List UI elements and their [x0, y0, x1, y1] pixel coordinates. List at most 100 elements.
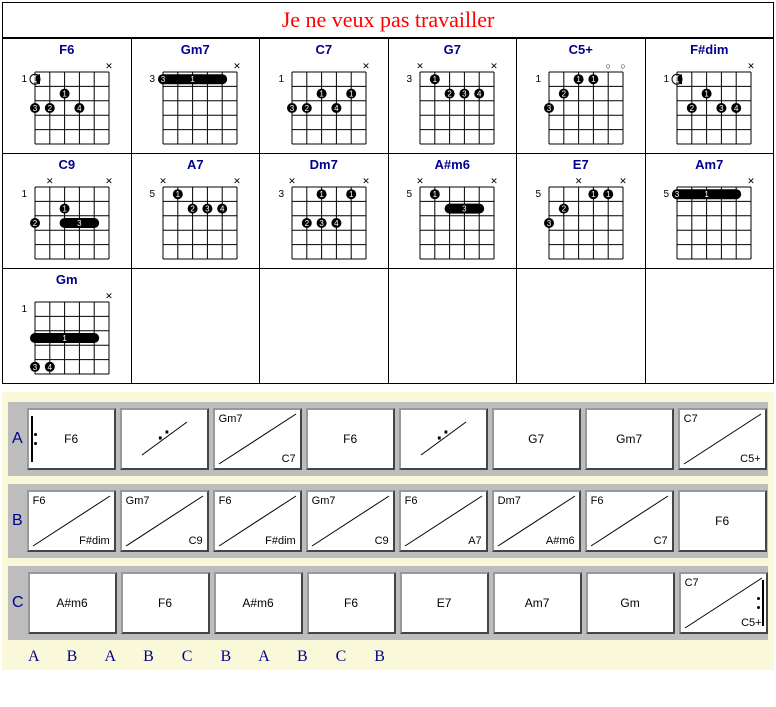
svg-text:✕: ✕	[105, 61, 113, 71]
svg-text:5: 5	[150, 189, 156, 200]
svg-text:2: 2	[47, 104, 52, 113]
svg-text:✕: ✕	[233, 61, 241, 71]
svg-text:3: 3	[205, 205, 210, 214]
svg-text:2: 2	[191, 205, 196, 214]
svg-text:4: 4	[47, 363, 52, 372]
svg-text:✕: ✕	[233, 176, 241, 186]
chord-br: A7	[468, 535, 481, 547]
measure: Gm7 C9	[120, 490, 209, 552]
chord-diagram: 1✕✕312	[17, 175, 117, 267]
measure: E7	[400, 572, 489, 634]
svg-text:1: 1	[191, 75, 196, 84]
svg-text:✕: ✕	[747, 61, 755, 71]
chord-center: E7	[402, 596, 487, 610]
svg-text:2: 2	[690, 104, 695, 113]
chord-diagram: 5✕✕1123	[531, 175, 631, 267]
page-title: Je ne veux pas travailler	[2, 2, 774, 38]
svg-text:2: 2	[561, 205, 566, 214]
chord-name: Gm7	[133, 42, 259, 57]
svg-text:3: 3	[407, 74, 413, 85]
prog-row-c: C A#m6F6A#m6F6E7Am7GmC7C5+	[8, 566, 768, 640]
measure: G7	[492, 408, 581, 470]
chord-center: A#m6	[216, 596, 301, 610]
chord-diagram-table: F61✕11324Gm73✕13C71✕11324G73✕✕1234C5+1○○…	[2, 38, 774, 384]
svg-text:1: 1	[535, 74, 541, 85]
chord-diagram: 5✕✕1234	[145, 175, 245, 267]
chord-cell: E75✕✕1123	[517, 154, 646, 269]
chord-cell: Gm1✕134	[3, 269, 132, 384]
svg-text:✕: ✕	[105, 291, 113, 301]
chord-diagram: 3✕✕1234	[402, 60, 502, 152]
chord-cell	[260, 269, 389, 384]
chord-diagram: 5✕13	[659, 175, 759, 267]
svg-text:1: 1	[606, 190, 611, 199]
chord-name: A7	[133, 157, 259, 172]
measure: F6	[307, 572, 396, 634]
svg-text:3: 3	[33, 363, 38, 372]
chord-center: F6	[309, 596, 394, 610]
svg-text:5: 5	[664, 189, 670, 200]
svg-text:5: 5	[535, 189, 541, 200]
svg-text:✕: ✕	[46, 176, 54, 186]
measure: A#m6	[28, 572, 117, 634]
svg-text:3: 3	[719, 104, 724, 113]
svg-text:3: 3	[77, 219, 82, 228]
chord-cell	[131, 269, 260, 384]
measure: ··	[399, 408, 488, 470]
svg-text:1: 1	[433, 190, 438, 199]
svg-text:1: 1	[21, 189, 27, 200]
chord-tl: Gm7	[219, 413, 243, 425]
svg-text:1: 1	[349, 90, 354, 99]
svg-text:1: 1	[591, 75, 596, 84]
svg-text:✕: ✕	[747, 176, 755, 186]
svg-text:✕: ✕	[159, 176, 167, 186]
svg-text:1: 1	[62, 205, 67, 214]
chord-cell: C91✕✕312	[3, 154, 132, 269]
svg-text:4: 4	[220, 205, 225, 214]
chord-br: C7	[282, 453, 296, 465]
prog-row-b: B F6F#dimGm7C9F6F#dimGm7C9F6A7Dm7A#m6F6C…	[8, 484, 768, 558]
svg-text:2: 2	[33, 219, 38, 228]
chord-diagram: 1✕11234	[659, 60, 759, 152]
measure: Am7	[493, 572, 582, 634]
svg-text:3: 3	[462, 90, 467, 99]
svg-text:✕: ✕	[490, 61, 498, 71]
svg-text:3: 3	[278, 189, 284, 200]
svg-text:2: 2	[304, 104, 309, 113]
svg-text:3: 3	[462, 205, 467, 214]
chord-br: A#m6	[546, 535, 575, 547]
svg-text:4: 4	[77, 104, 82, 113]
measure: F6C7	[585, 490, 674, 552]
chord-tl: Gm7	[126, 495, 150, 507]
chord-center: F6	[29, 432, 114, 446]
svg-text:✕: ✕	[288, 176, 296, 186]
chord-name: Gm	[4, 272, 130, 287]
chord-cell: F61✕11324	[3, 39, 132, 154]
svg-text:2: 2	[304, 219, 309, 228]
svg-text:1: 1	[705, 90, 710, 99]
chord-name: C5+	[518, 42, 644, 57]
measure: Gm	[586, 572, 675, 634]
song-structure: A B A B C B A B C B	[28, 648, 768, 666]
chord-name: F6	[4, 42, 130, 57]
chord-br: C9	[189, 535, 203, 547]
measure: C7C5+	[679, 572, 768, 634]
chord-center: F6	[123, 596, 208, 610]
chord-diagram: 5✕✕31	[402, 175, 502, 267]
svg-text:○: ○	[620, 61, 625, 71]
chord-diagram: 1✕11324	[274, 60, 374, 152]
chord-tl: Dm7	[498, 495, 521, 507]
measure: A#m6	[214, 572, 303, 634]
chord-center: F6	[308, 432, 393, 446]
chord-diagram: 3✕✕11234	[274, 175, 374, 267]
measure: Gm7	[585, 408, 674, 470]
svg-text:1: 1	[591, 190, 596, 199]
chord-center: G7	[494, 432, 579, 446]
measure: F6	[678, 490, 767, 552]
chord-tl: F6	[405, 495, 418, 507]
svg-text:1: 1	[319, 90, 324, 99]
row-label: A	[12, 430, 23, 448]
svg-text:3: 3	[547, 219, 552, 228]
svg-text:4: 4	[477, 90, 482, 99]
svg-text:3: 3	[161, 75, 166, 84]
